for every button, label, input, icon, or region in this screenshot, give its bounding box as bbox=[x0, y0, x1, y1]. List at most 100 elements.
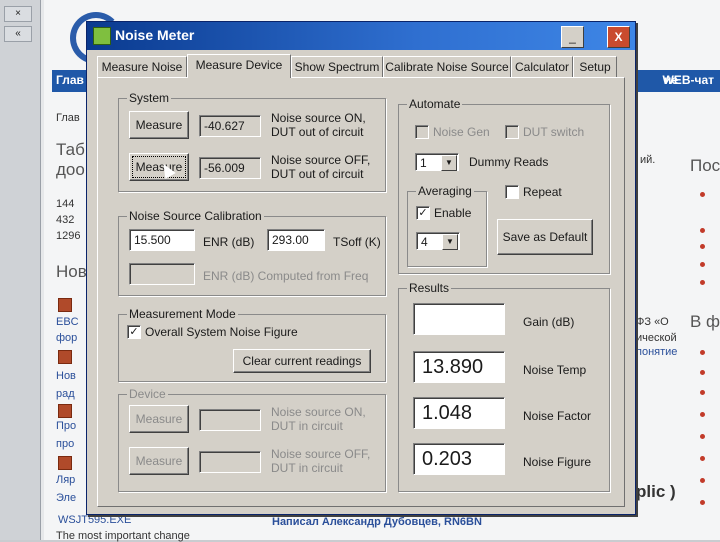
news-item[interactable]: Про bbox=[56, 420, 76, 432]
results-group: Results Gain (dB) 13.890 Noise Temp 1.04… bbox=[398, 281, 610, 492]
text-line: 1296 bbox=[56, 230, 81, 242]
article-author: Написал Александр Дубовцев, RN6BN bbox=[272, 516, 482, 528]
measure-device-panel: System Measure -40.627 Noise source ON, D… bbox=[97, 77, 625, 507]
averaging-legend: Averaging bbox=[416, 184, 474, 198]
news-item[interactable]: фор bbox=[56, 332, 77, 344]
breadcrumb[interactable]: Глав bbox=[56, 112, 80, 124]
system-legend: System bbox=[127, 91, 172, 105]
calibration-legend: Noise Source Calibration bbox=[127, 209, 264, 223]
article-text: plic ) bbox=[636, 482, 676, 501]
news-item[interactable]: EBC bbox=[56, 316, 79, 328]
news-item[interactable]: про bbox=[56, 438, 74, 450]
bullet-icon bbox=[700, 412, 705, 417]
averaging-group: Averaging ✓ Enable 4 ▼ bbox=[407, 184, 487, 267]
title-bar[interactable]: Noise Meter _ X bbox=[87, 22, 635, 50]
news-item[interactable]: рад bbox=[56, 388, 75, 400]
bullet-icon bbox=[700, 390, 705, 395]
dummy-reads-value: 1 bbox=[420, 156, 427, 170]
enr-input[interactable]: 15.500 bbox=[129, 229, 195, 251]
browser-side-panel: × « bbox=[0, 0, 41, 540]
noise-meter-window: Noise Meter _ X Measure Noise Measure De… bbox=[86, 21, 636, 515]
device-off-value bbox=[199, 451, 261, 473]
system-on-value: -40.627 bbox=[199, 115, 261, 137]
tab-calculator[interactable]: Calculator bbox=[511, 56, 573, 77]
noise-gen-checkbox[interactable] bbox=[415, 125, 429, 139]
page-heading-cont: доо bbox=[56, 160, 85, 179]
bullet-icon bbox=[700, 280, 705, 285]
bullet-icon bbox=[700, 244, 705, 249]
tab-calibrate-noise-source[interactable]: Calibrate Noise Source bbox=[383, 56, 511, 77]
noise-temp-value: 13.890 bbox=[413, 351, 505, 383]
tab-setup[interactable]: Setup bbox=[573, 56, 617, 77]
automate-group: Automate Noise Gen DUT switch 1 ▼ Dummy … bbox=[398, 97, 610, 274]
footer-text: The most important change bbox=[56, 530, 190, 542]
page-heading: Таб bbox=[56, 140, 85, 159]
panel-collapse-button[interactable]: « bbox=[4, 26, 32, 42]
bullet-icon bbox=[700, 500, 705, 505]
label-line: DUT in circuit bbox=[271, 461, 343, 475]
tab-show-spectrum[interactable]: Show Spectrum bbox=[291, 56, 383, 77]
noise-gen-label: Noise Gen bbox=[433, 125, 490, 139]
news-item[interactable]: Эле bbox=[56, 492, 76, 504]
enr-label: ENR (dB) bbox=[203, 235, 255, 249]
chevron-down-icon[interactable]: ▼ bbox=[442, 234, 458, 250]
news-icon bbox=[58, 350, 72, 364]
save-as-default-button[interactable]: Save as Default bbox=[497, 219, 593, 255]
overall-system-checkbox[interactable]: ✓ bbox=[127, 325, 141, 339]
device-group: Device Measure Noise source ON, DUT in ci… bbox=[118, 387, 386, 492]
gain-value bbox=[413, 303, 505, 335]
noise-temp-label: Noise Temp bbox=[523, 363, 587, 377]
text-line: 144 bbox=[56, 198, 75, 210]
close-button[interactable]: X bbox=[607, 26, 630, 48]
bullet-icon bbox=[700, 192, 705, 197]
measure-device-on-button[interactable]: Measure bbox=[129, 405, 189, 433]
bullet-icon bbox=[700, 434, 705, 439]
measure-system-on-button[interactable]: Measure bbox=[129, 111, 189, 139]
noise-figure-value: 0.203 bbox=[413, 443, 505, 475]
device-off-label: Noise source OFF, DUT in circuit bbox=[271, 447, 370, 475]
device-on-value bbox=[199, 409, 261, 431]
news-icon bbox=[58, 404, 72, 418]
enr-computed-value bbox=[129, 263, 195, 285]
system-off-value: -56.009 bbox=[199, 157, 261, 179]
article-text: ФЗ «О bbox=[636, 316, 669, 328]
system-off-label: Noise source OFF, DUT out of circuit bbox=[271, 153, 370, 181]
dummy-reads-select[interactable]: 1 ▼ bbox=[415, 153, 459, 171]
tab-measure-device[interactable]: Measure Device bbox=[187, 54, 291, 78]
averaging-enable-checkbox[interactable]: ✓ bbox=[416, 206, 430, 220]
text-line: 432 bbox=[56, 214, 75, 226]
clear-readings-button[interactable]: Clear current readings bbox=[233, 349, 371, 373]
minimize-button[interactable]: _ bbox=[561, 26, 584, 48]
system-on-label: Noise source ON, DUT out of circuit bbox=[271, 111, 366, 139]
system-group: System Measure -40.627 Noise source ON, D… bbox=[118, 91, 386, 192]
averaging-count-value: 4 bbox=[421, 235, 428, 249]
label-line: DUT out of circuit bbox=[271, 167, 364, 181]
download-link[interactable]: WSJT595.EXE bbox=[58, 514, 131, 526]
bullet-icon bbox=[700, 478, 705, 483]
mode-legend: Measurement Mode bbox=[127, 307, 238, 321]
panel-close-button[interactable]: × bbox=[4, 6, 32, 22]
dut-switch-checkbox[interactable] bbox=[505, 125, 519, 139]
measure-device-off-button[interactable]: Measure bbox=[129, 447, 189, 475]
window-title: Noise Meter bbox=[115, 27, 195, 43]
nav-link-webchat[interactable]: WEB-чат bbox=[662, 73, 714, 87]
noise-factor-value: 1.048 bbox=[413, 397, 505, 429]
dut-switch-label: DUT switch bbox=[523, 125, 585, 139]
nav-link-home[interactable]: Глав bbox=[56, 73, 84, 87]
averaging-count-select[interactable]: 4 ▼ bbox=[416, 232, 460, 250]
label-line: Noise source OFF, bbox=[271, 447, 371, 461]
tab-measure-noise[interactable]: Measure Noise bbox=[97, 56, 187, 77]
news-item[interactable]: Ляр bbox=[56, 474, 75, 486]
label-line: Noise source ON, bbox=[271, 111, 366, 125]
article-text: ической bbox=[636, 332, 677, 344]
article-link[interactable]: понятие bbox=[636, 346, 677, 358]
tsoff-input[interactable]: 293.00 bbox=[267, 229, 325, 251]
chevron-down-icon[interactable]: ▼ bbox=[441, 155, 457, 171]
label-line: DUT out of circuit bbox=[271, 125, 364, 139]
repeat-checkbox[interactable] bbox=[505, 185, 519, 199]
news-item[interactable]: Нов bbox=[56, 370, 76, 382]
enr-computed-label: ENR (dB) Computed from Freq bbox=[203, 269, 369, 283]
tsoff-label: TSoff (K) bbox=[333, 235, 381, 249]
overall-system-label: Overall System Noise Figure bbox=[145, 325, 298, 339]
side-list bbox=[688, 150, 720, 540]
